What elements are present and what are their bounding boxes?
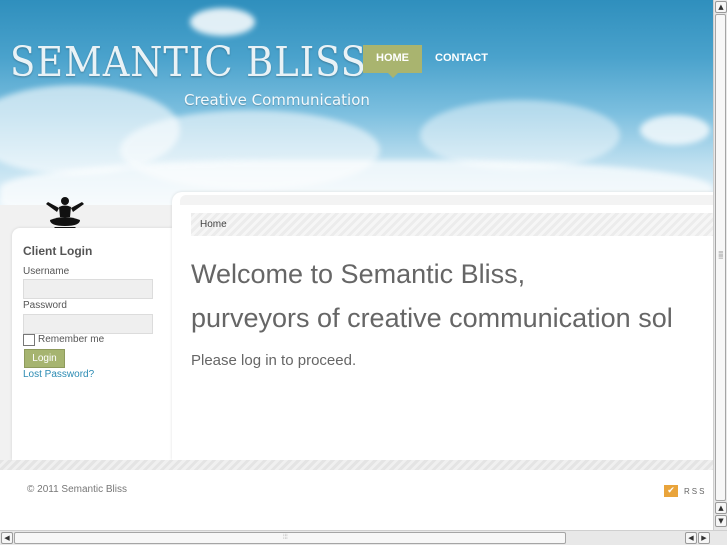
remember-me-checkbox[interactable]	[23, 334, 35, 346]
login-title: Client Login	[23, 244, 93, 258]
password-field[interactable]	[23, 314, 153, 334]
scroll-up-button-lower[interactable]: ▲	[715, 502, 727, 514]
scroll-down-button[interactable]: ▼	[715, 515, 727, 527]
rss-label: RSS	[684, 486, 707, 496]
client-login-panel: Client Login Username Password Remember …	[12, 228, 172, 460]
copyright-text: © 2011 Semantic Bliss	[27, 484, 128, 495]
scroll-up-button[interactable]: ▲	[715, 1, 727, 13]
scroll-right-button[interactable]: ▶	[698, 532, 710, 544]
rss-checkmark-icon: ✔	[664, 485, 678, 497]
scroll-left-button[interactable]: ◀	[1, 532, 13, 544]
site-logo[interactable]: SEMANTIC BLISS	[10, 38, 367, 86]
rss-link[interactable]: ✔ RSS	[664, 485, 706, 497]
vertical-scrollbar[interactable]: ▲ ≡ ≡ ▲ ▼	[713, 0, 727, 530]
username-label: Username	[23, 266, 70, 277]
header-banner: SEMANTIC BLISS Creative Communication HO…	[0, 0, 713, 205]
welcome-heading: Welcome to Semantic Bliss, purveyors of …	[191, 252, 673, 340]
grip-icon: ⦙⦙⦙	[283, 533, 288, 541]
breadcrumb: Home	[191, 213, 713, 236]
proceed-message: Please log in to proceed.	[191, 352, 357, 369]
main-nav: HOME CONTACT	[363, 45, 501, 78]
footer-divider	[0, 460, 713, 470]
vertical-scroll-thumb[interactable]: ≡ ≡	[715, 14, 726, 501]
nav-item-home[interactable]: HOME	[363, 45, 422, 78]
site-tagline: Creative Communication	[184, 91, 370, 109]
meditating-figure-icon	[46, 197, 84, 229]
username-field[interactable]	[23, 279, 153, 299]
login-button[interactable]: Login	[24, 349, 65, 368]
scroll-left-button-right[interactable]: ◀	[685, 532, 697, 544]
remember-me-label[interactable]: Remember me	[38, 334, 104, 345]
welcome-line-1: Welcome to Semantic Bliss,	[191, 259, 526, 289]
content-panel: Home Welcome to Semantic Bliss, purveyor…	[172, 192, 713, 460]
nav-item-contact[interactable]: CONTACT	[422, 45, 501, 73]
footer: © 2011 Semantic Bliss ✔ RSS	[0, 470, 713, 530]
horizontal-scrollbar[interactable]: ◀ ⦙⦙⦙ ◀ ▶	[0, 530, 727, 545]
cloud-decoration	[640, 115, 710, 145]
password-label: Password	[23, 300, 67, 311]
lost-password-link[interactable]: Lost Password?	[23, 369, 94, 380]
cloud-decoration	[190, 8, 255, 36]
breadcrumb-home[interactable]: Home	[200, 219, 227, 230]
horizontal-scroll-thumb[interactable]: ⦙⦙⦙	[14, 532, 566, 544]
welcome-line-2: purveyors of creative communication sol	[191, 303, 673, 333]
content-top-strip	[180, 195, 713, 205]
grip-icon: ≡ ≡	[718, 249, 724, 261]
